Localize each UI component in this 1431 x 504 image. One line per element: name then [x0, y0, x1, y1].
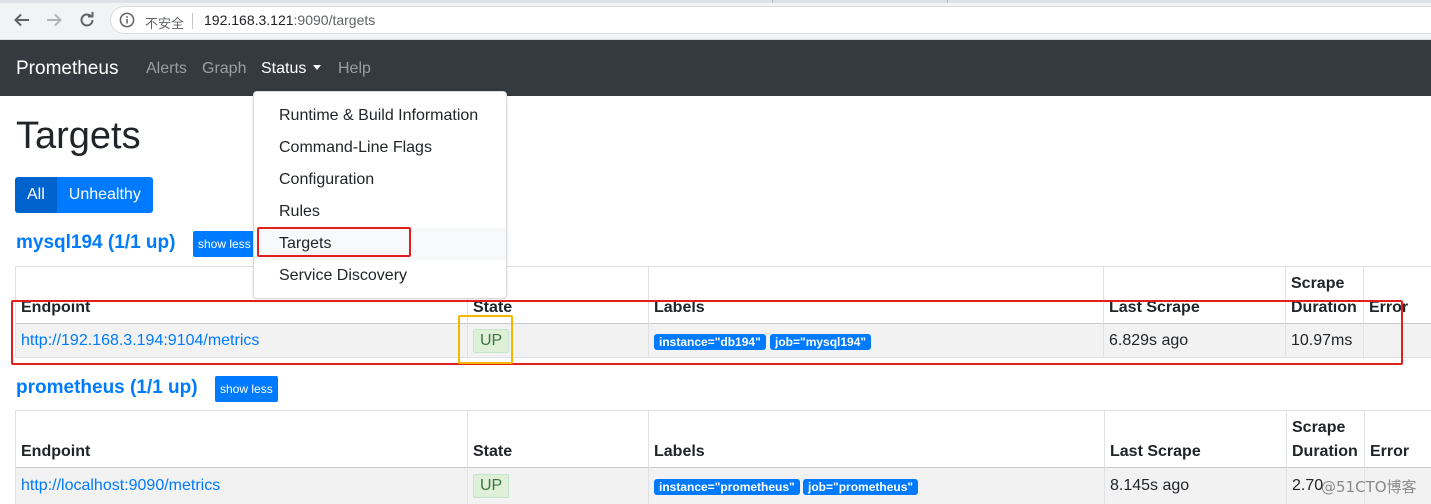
- reload-icon[interactable]: [76, 9, 98, 31]
- back-icon[interactable]: [11, 9, 33, 31]
- state-badge: UP: [473, 474, 510, 498]
- col-scrape: Scrape: [1291, 275, 1345, 292]
- insecure-label: 不安全: [145, 17, 185, 32]
- col-error: Error: [1370, 443, 1410, 460]
- table-border: [15, 266, 1431, 267]
- col-labels: Labels: [654, 443, 705, 460]
- last-scrape-value: 6.829s ago: [1109, 332, 1189, 349]
- brand-link[interactable]: Prometheus: [16, 58, 118, 80]
- scrape-duration-value: 2.70: [1292, 477, 1324, 494]
- col-error: Error: [1369, 299, 1409, 316]
- address-bar[interactable]: 不安全 192.168.3.121:9090/targets: [110, 6, 1431, 34]
- tab-edge: [947, 0, 948, 3]
- page-title: Targets: [16, 115, 141, 157]
- label-badge-job: job="mysql194": [770, 334, 872, 350]
- scrape-duration-value: 10.97ms: [1291, 332, 1353, 349]
- job-header-mysql194[interactable]: mysql194 (1/1 up): [16, 232, 175, 254]
- targets-table-prometheus: Endpoint State Labels Last Scrape Scrape…: [15, 410, 1431, 504]
- nav-status-label: Status: [261, 60, 307, 77]
- table-border: [467, 410, 468, 504]
- table-border: [1363, 266, 1364, 358]
- filter-button-group: All Unhealthy: [15, 177, 153, 213]
- forward-icon[interactable]: [43, 9, 65, 31]
- show-less-button[interactable]: show less: [215, 376, 278, 402]
- col-endpoint: Endpoint: [21, 443, 91, 460]
- state-badge: UP: [473, 329, 510, 353]
- table-border: [15, 357, 1431, 358]
- url-host: 192.168.3.121: [204, 12, 294, 28]
- col-scrape: Scrape: [1292, 419, 1346, 436]
- menu-command-line-flags[interactable]: Command-Line Flags: [254, 132, 506, 164]
- table-border: [1103, 266, 1104, 358]
- table-border: [1286, 410, 1287, 504]
- label-badge-instance: instance="prometheus": [654, 479, 800, 495]
- label-badge-instance: instance="db194": [654, 334, 766, 350]
- top-navbar: Prometheus Alerts Graph Status Help: [0, 40, 1431, 96]
- table-border: [15, 410, 1431, 411]
- status-dropdown-menu: Runtime & Build Information Command-Line…: [253, 91, 507, 299]
- label-badge-job: job="prometheus": [803, 479, 919, 495]
- nav-graph[interactable]: Graph: [202, 60, 246, 78]
- url-path: :9090/targets: [293, 12, 376, 28]
- menu-runtime-build-info[interactable]: Runtime & Build Information: [254, 100, 506, 132]
- endpoint-link[interactable]: http://localhost:9090/metrics: [21, 477, 220, 495]
- caret-down-icon: [313, 65, 322, 70]
- col-last-scrape: Last Scrape: [1109, 299, 1200, 316]
- targets-table-mysql194: Endpoint State Labels Last Scrape Scrape…: [15, 266, 1431, 358]
- tab-edge: [772, 0, 773, 3]
- filter-all-button[interactable]: All: [15, 177, 57, 213]
- menu-service-discovery[interactable]: Service Discovery: [254, 260, 506, 292]
- table-border: [1104, 410, 1105, 504]
- browser-toolbar: 不安全 192.168.3.121:9090/targets: [0, 0, 1431, 40]
- info-icon[interactable]: [119, 12, 135, 28]
- col-endpoint: Endpoint: [21, 299, 91, 316]
- table-border: [648, 410, 649, 504]
- col-state: State: [473, 443, 513, 460]
- nav-status[interactable]: Status: [261, 60, 322, 78]
- nav-help[interactable]: Help: [338, 60, 371, 78]
- menu-targets[interactable]: Targets: [254, 228, 506, 260]
- col-state: State: [473, 299, 513, 316]
- menu-rules[interactable]: Rules: [254, 196, 506, 228]
- col-labels: Labels: [654, 299, 705, 316]
- last-scrape-value: 8.145s ago: [1110, 477, 1190, 494]
- col-duration: Duration: [1292, 443, 1358, 460]
- menu-configuration[interactable]: Configuration: [254, 164, 506, 196]
- col-duration: Duration: [1291, 299, 1357, 316]
- job-header-prometheus[interactable]: prometheus (1/1 up): [16, 377, 198, 399]
- table-border: [1285, 266, 1286, 358]
- table-border: [648, 266, 649, 358]
- show-less-button[interactable]: show less: [193, 231, 256, 257]
- col-last-scrape: Last Scrape: [1110, 443, 1201, 460]
- url-text[interactable]: 192.168.3.121:9090/targets: [204, 12, 375, 28]
- endpoint-link[interactable]: http://192.168.3.194:9104/metrics: [21, 332, 259, 350]
- omnibox-separator: [192, 13, 193, 29]
- filter-unhealthy-button[interactable]: Unhealthy: [56, 177, 153, 213]
- table-border: [15, 266, 16, 358]
- table-border: [15, 410, 16, 504]
- watermark: @51CTO博客: [1321, 478, 1417, 496]
- nav-alerts[interactable]: Alerts: [146, 60, 187, 78]
- tab-strip: [0, 0, 1431, 3]
